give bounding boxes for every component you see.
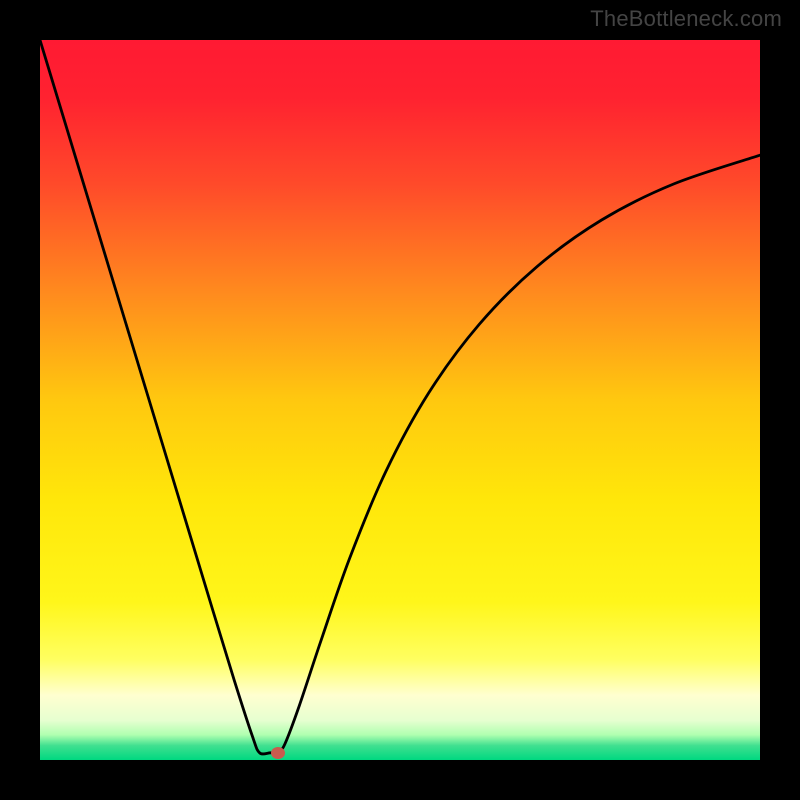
optimum-marker xyxy=(271,747,285,759)
chart-curve xyxy=(40,40,760,760)
watermark-text: TheBottleneck.com xyxy=(590,6,782,32)
plot-area xyxy=(40,40,760,760)
chart-frame: TheBottleneck.com xyxy=(0,0,800,800)
